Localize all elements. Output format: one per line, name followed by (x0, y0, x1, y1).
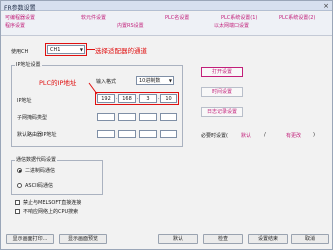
parameter-dialog: FR参数设置 × 可编程器设置 软元件设置 PLC名设置 PLC系统设置(1) … (0, 0, 333, 250)
annotation-leader (88, 82, 98, 95)
ip-leader-line (88, 82, 98, 95)
